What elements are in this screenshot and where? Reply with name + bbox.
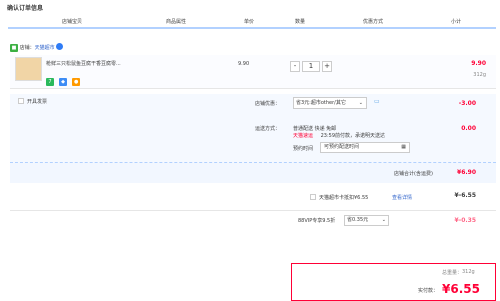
header-discount: 优惠方式 <box>363 19 384 25</box>
divider <box>10 210 496 211</box>
paid-amount: ¥6.55 <box>442 282 480 296</box>
shipping-tag-icon: ● <box>72 78 81 86</box>
service-tag-icon: 7 <box>46 78 54 86</box>
card-deduction-value: ¥-6.55 <box>454 192 476 199</box>
quantity-decrease-button[interactable]: - <box>290 61 300 72</box>
shop-row: ■ 店铺：天猫超市 <box>10 43 64 52</box>
calendar-icon: ▦ <box>401 144 406 150</box>
store-total-row: 店铺合计(含运费) ¥6.90 <box>10 163 496 183</box>
payment-summary: 总重量： 312g 实付款： ¥6.55 <box>291 263 496 301</box>
invoice-checkbox[interactable] <box>18 98 24 104</box>
header-unit-price: 单价 <box>244 19 255 25</box>
order-options-panel: 开具发票 店铺优惠： 省3元:超市other/其它 ⌄ ▭ -3.00 运送方式：… <box>10 94 496 163</box>
card-deduction-label: 天猫超市卡抵扣¥6.55 <box>319 195 369 201</box>
item-image[interactable] <box>15 57 42 81</box>
discount-select[interactable]: 省3元:超市other/其它 ⌄ <box>293 97 367 109</box>
total-weight-value: 312g <box>462 269 475 275</box>
quantity-increase-button[interactable]: + <box>322 61 332 72</box>
appointment-time-field[interactable]: 可预约配送时间 ▦ <box>320 142 410 153</box>
appointment-label: 预约时间 <box>293 146 314 152</box>
store-total-label: 店铺合计(含运费) <box>394 171 433 177</box>
vip-value: ¥-0.35 <box>454 217 476 224</box>
guarantee-tag-icon: ◆ <box>59 78 68 86</box>
shop-name[interactable]: 天猫超市 <box>35 45 55 51</box>
header-subtotal: 小计 <box>451 19 462 25</box>
discount-label: 店铺优惠： <box>255 101 281 107</box>
delivery-value: 0.00 <box>461 125 476 132</box>
shop-icon: ■ <box>10 44 18 52</box>
paid-label: 实付款： <box>418 288 439 294</box>
chat-icon[interactable] <box>56 43 64 50</box>
item-subtotal: 9.90 <box>471 60 486 67</box>
card-details-link[interactable]: 查看详情 <box>392 194 412 201</box>
discount-value: -3.00 <box>458 100 476 107</box>
item-weight: 312g <box>473 72 486 78</box>
chevron-down-icon: ⌄ <box>381 217 386 223</box>
card-deduction-row: 天猫超市卡抵扣¥6.55 查看详情 ¥-6.55 <box>10 186 496 208</box>
header-quantity: 数量 <box>295 19 306 25</box>
delivery-note: 23:59前付款，承诺明天送达 <box>320 133 386 139</box>
chevron-down-icon: ⌄ <box>358 100 363 106</box>
item-row: 枪鲜三只松鼠鱼豆腐干香豆腐零... 7 ◆ ● 9.90 - 1 + 9.90 … <box>10 55 496 89</box>
page-title: 确认订单信息 <box>7 5 44 12</box>
vip-row: 88VIP专享9.5折 省0.35元 ⌄ ¥-0.35 <box>10 213 496 227</box>
vip-select[interactable]: 省0.35元 ⌄ <box>344 215 389 226</box>
header-shop-item: 店铺宝贝 <box>62 19 83 25</box>
table-header: 店铺宝贝 商品属性 单价 数量 优惠方式 小计 <box>8 15 496 29</box>
shop-label: 店铺： <box>19 45 35 51</box>
header-attributes: 商品属性 <box>166 19 187 25</box>
invoice-label: 开具发票 <box>27 99 48 105</box>
total-weight-label: 总重量： <box>442 270 463 276</box>
quantity-input[interactable]: 1 <box>302 61 320 72</box>
delivery-method: 普通配送 快递 免邮 <box>293 126 337 132</box>
express-badge: 天猫速运 <box>293 133 314 139</box>
delivery-label: 运送方式： <box>255 126 281 132</box>
vip-label: 88VIP专享9.5折 <box>298 218 336 224</box>
comment-icon[interactable]: ▭ <box>374 98 380 105</box>
store-total-value: ¥6.90 <box>457 169 476 176</box>
item-price: 9.90 <box>238 61 250 67</box>
card-deduction-checkbox[interactable] <box>310 194 316 200</box>
item-name[interactable]: 枪鲜三只松鼠鱼豆腐干香豆腐零... <box>46 60 158 67</box>
